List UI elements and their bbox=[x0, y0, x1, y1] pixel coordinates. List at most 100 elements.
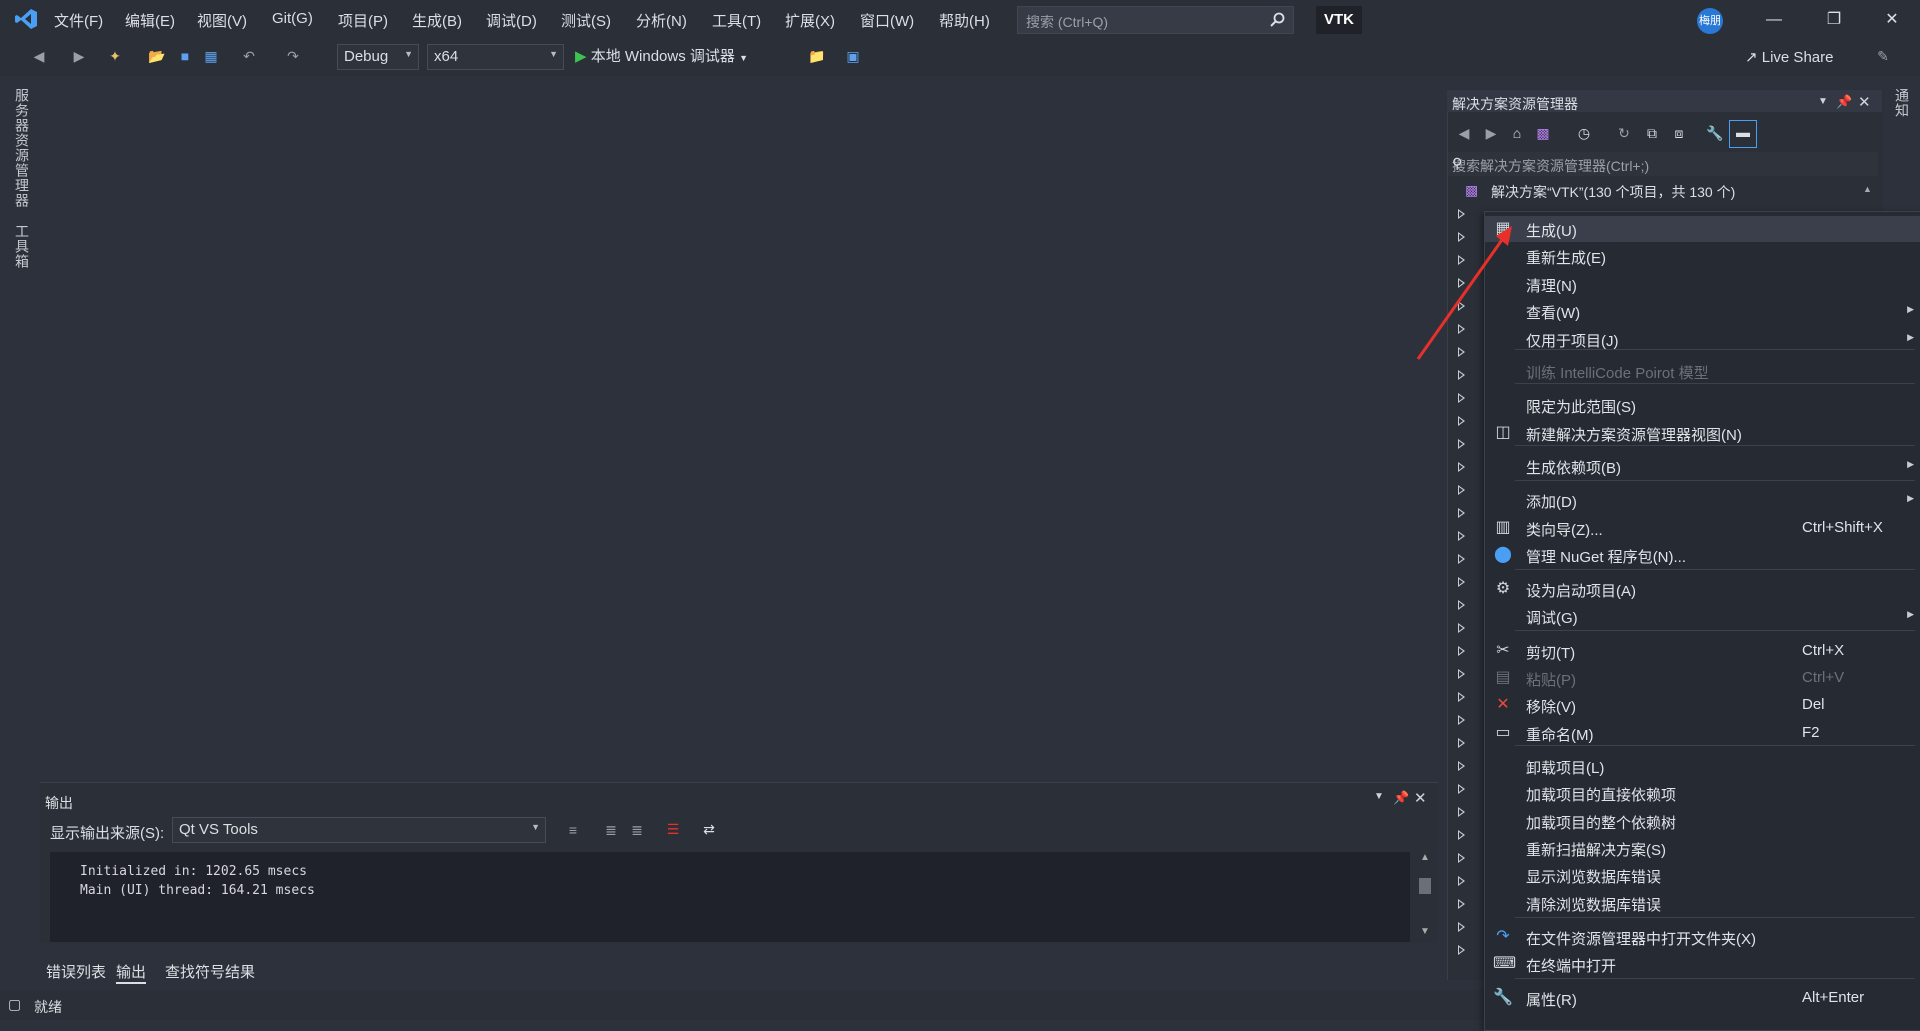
word-wrap-icon[interactable]: ⇄ bbox=[700, 820, 718, 838]
context-menu-item[interactable]: 清除浏览数据库错误 bbox=[1484, 890, 1920, 916]
expand-arrow-icon[interactable] bbox=[1458, 439, 1465, 449]
output-text-area[interactable]: Initialized in: 1202.65 msecs Main (UI) … bbox=[50, 852, 1410, 942]
forward-icon[interactable]: ▶ bbox=[1482, 124, 1500, 142]
context-menu-item[interactable]: 查看(W) ▶ bbox=[1484, 298, 1920, 324]
expand-arrow-icon[interactable] bbox=[1458, 623, 1465, 633]
menu-debug[interactable]: 调试(D) bbox=[486, 10, 537, 31]
tab-find-symbol-results[interactable]: 查找符号结果 bbox=[165, 961, 255, 982]
context-menu-item[interactable]: 生成依赖项(B) ▶ bbox=[1484, 453, 1920, 479]
expand-arrow-icon[interactable] bbox=[1458, 485, 1465, 495]
new-project-icon[interactable]: ✦ bbox=[106, 47, 124, 65]
expand-arrow-icon[interactable] bbox=[1458, 209, 1465, 219]
back-icon[interactable]: ◀ bbox=[1455, 124, 1473, 142]
pin-icon[interactable]: 📌 bbox=[1393, 790, 1409, 806]
expand-arrow-icon[interactable] bbox=[1458, 830, 1465, 840]
context-menu-item[interactable]: ↷ 在文件资源管理器中打开文件夹(X) bbox=[1484, 924, 1920, 950]
history-icon[interactable]: ◷ bbox=[1575, 124, 1593, 142]
menu-file[interactable]: 文件(F) bbox=[54, 10, 103, 31]
scroll-up-icon[interactable]: ▲ bbox=[1863, 184, 1872, 194]
expand-arrow-icon[interactable] bbox=[1458, 577, 1465, 587]
expand-arrow-icon[interactable] bbox=[1458, 761, 1465, 771]
scroll-up-icon[interactable]: ▲ bbox=[1420, 852, 1430, 863]
context-menu-item[interactable]: ✂ 剪切(T) Ctrl+X bbox=[1484, 638, 1920, 664]
menu-edit[interactable]: 编辑(E) bbox=[125, 10, 175, 31]
context-menu-item[interactable]: 仅用于项目(J) ▶ bbox=[1484, 326, 1920, 352]
vertical-scrollbar[interactable]: ▲ ▼ bbox=[1412, 852, 1438, 942]
sync-icon[interactable]: ↻ bbox=[1615, 124, 1633, 142]
menu-test[interactable]: 测试(S) bbox=[561, 10, 611, 31]
expand-arrow-icon[interactable] bbox=[1458, 945, 1465, 955]
redo-icon[interactable]: ↷ bbox=[284, 47, 302, 65]
expand-arrow-icon[interactable] bbox=[1458, 600, 1465, 610]
context-menu-item[interactable]: 显示浏览数据库错误 bbox=[1484, 862, 1920, 888]
next-message-icon[interactable]: ≣ bbox=[628, 821, 646, 839]
menu-extensions[interactable]: 扩展(X) bbox=[785, 10, 835, 31]
menu-project[interactable]: 项目(P) bbox=[338, 10, 388, 31]
live-share-button[interactable]: ↗ Live Share bbox=[1745, 48, 1833, 66]
expand-arrow-icon[interactable] bbox=[1458, 876, 1465, 886]
context-menu-item[interactable]: ⚙ 设为启动项目(A) bbox=[1484, 576, 1920, 602]
expand-arrow-icon[interactable] bbox=[1458, 692, 1465, 702]
open-folder-icon[interactable]: 📂 bbox=[148, 47, 166, 65]
expand-arrow-icon[interactable] bbox=[1458, 462, 1465, 472]
expand-arrow-icon[interactable] bbox=[1458, 416, 1465, 426]
nav-forward-icon[interactable]: ▶ bbox=[70, 47, 88, 65]
scroll-down-icon[interactable]: ▼ bbox=[1420, 926, 1430, 937]
context-menu-item[interactable]: 加载项目的整个依赖树 bbox=[1484, 808, 1920, 834]
context-menu-item[interactable]: 卸载项目(L) bbox=[1484, 753, 1920, 779]
context-menu-item[interactable]: ▭ 重命名(M) F2 bbox=[1484, 720, 1920, 746]
context-menu-item[interactable]: 重新扫描解决方案(S) bbox=[1484, 835, 1920, 861]
run-debugger-button[interactable]: ▶ 本地 Windows 调试器 ▼ bbox=[575, 45, 748, 66]
context-menu-item[interactable]: 调试(G) ▶ bbox=[1484, 603, 1920, 629]
server-explorer-tab[interactable]: 服务器资源管理器 bbox=[12, 88, 32, 208]
show-all-files-icon[interactable]: ⧈ bbox=[1670, 124, 1688, 142]
expand-arrow-icon[interactable] bbox=[1458, 738, 1465, 748]
find-message-icon[interactable]: ≡ bbox=[564, 821, 582, 839]
context-menu-item[interactable]: ▥ 类向导(Z)... Ctrl+Shift+X bbox=[1484, 515, 1920, 541]
tab-error-list[interactable]: 错误列表 bbox=[46, 961, 106, 982]
expand-arrow-icon[interactable] bbox=[1458, 393, 1465, 403]
notifications-tab[interactable]: 通知 bbox=[1892, 88, 1912, 118]
expand-arrow-icon[interactable] bbox=[1458, 669, 1465, 679]
expand-arrow-icon[interactable] bbox=[1458, 715, 1465, 725]
solution-search-input[interactable]: 搜索解决方案资源管理器(Ctrl+;) ⚲ bbox=[1448, 152, 1878, 176]
search-input[interactable]: 搜索 (Ctrl+Q) bbox=[1017, 6, 1294, 34]
menu-tools[interactable]: 工具(T) bbox=[712, 10, 761, 31]
expand-arrow-icon[interactable] bbox=[1458, 807, 1465, 817]
restore-icon[interactable]: ❐ bbox=[1822, 8, 1846, 32]
context-menu-item[interactable]: ▦ 生成(U) bbox=[1484, 216, 1920, 242]
close-icon[interactable]: ✕ bbox=[1880, 8, 1904, 32]
context-menu-item[interactable]: ◫ 新建解决方案资源管理器视图(N) bbox=[1484, 420, 1920, 446]
solution-root-node[interactable]: 解决方案“VTK”(130 个项目，共 130 个) bbox=[1491, 182, 1735, 202]
context-menu-item[interactable]: 清理(N) bbox=[1484, 271, 1920, 297]
menu-window[interactable]: 窗口(W) bbox=[860, 10, 914, 31]
toolbox-tab[interactable]: 工具箱 bbox=[12, 224, 32, 269]
config-select[interactable]: Debug ▼ bbox=[337, 44, 419, 70]
context-menu-item[interactable]: ⬤ 管理 NuGet 程序包(N)... bbox=[1484, 542, 1920, 568]
platform-select[interactable]: x64 ▼ bbox=[427, 44, 564, 70]
chevron-down-icon[interactable]: ▼ bbox=[1374, 791, 1384, 802]
feedback-icon[interactable]: ✎ bbox=[1874, 47, 1892, 65]
menu-build[interactable]: 生成(B) bbox=[412, 10, 462, 31]
clear-all-icon[interactable]: ☰ bbox=[664, 820, 682, 838]
folder-icon[interactable]: 📁 bbox=[808, 47, 826, 65]
minimize-icon[interactable]: — bbox=[1762, 8, 1786, 32]
undo-icon[interactable]: ↶ bbox=[240, 47, 258, 65]
context-menu-item[interactable]: ✕ 移除(V) Del bbox=[1484, 692, 1920, 718]
expand-arrow-icon[interactable] bbox=[1458, 646, 1465, 656]
nav-back-icon[interactable]: ◀ bbox=[30, 47, 48, 65]
properties-icon[interactable]: 🔧 bbox=[1706, 124, 1724, 142]
expand-arrow-icon[interactable] bbox=[1458, 899, 1465, 909]
expand-arrow-icon[interactable] bbox=[1458, 922, 1465, 932]
context-menu-item[interactable]: 加载项目的直接依赖项 bbox=[1484, 780, 1920, 806]
expand-arrow-icon[interactable] bbox=[1458, 853, 1465, 863]
switch-views-icon[interactable]: ▩ bbox=[1534, 124, 1552, 142]
context-menu-item[interactable]: 🔧 属性(R) Alt+Enter bbox=[1484, 985, 1920, 1011]
scrollbar-thumb[interactable] bbox=[1419, 878, 1431, 894]
browser-icon[interactable]: ▣ bbox=[844, 47, 862, 65]
context-menu-item[interactable]: 重新生成(E) bbox=[1484, 243, 1920, 269]
pin-icon[interactable]: 📌 bbox=[1836, 94, 1852, 110]
expand-arrow-icon[interactable] bbox=[1458, 531, 1465, 541]
prev-message-icon[interactable]: ≣ bbox=[602, 821, 620, 839]
menu-view[interactable]: 视图(V) bbox=[197, 10, 247, 31]
